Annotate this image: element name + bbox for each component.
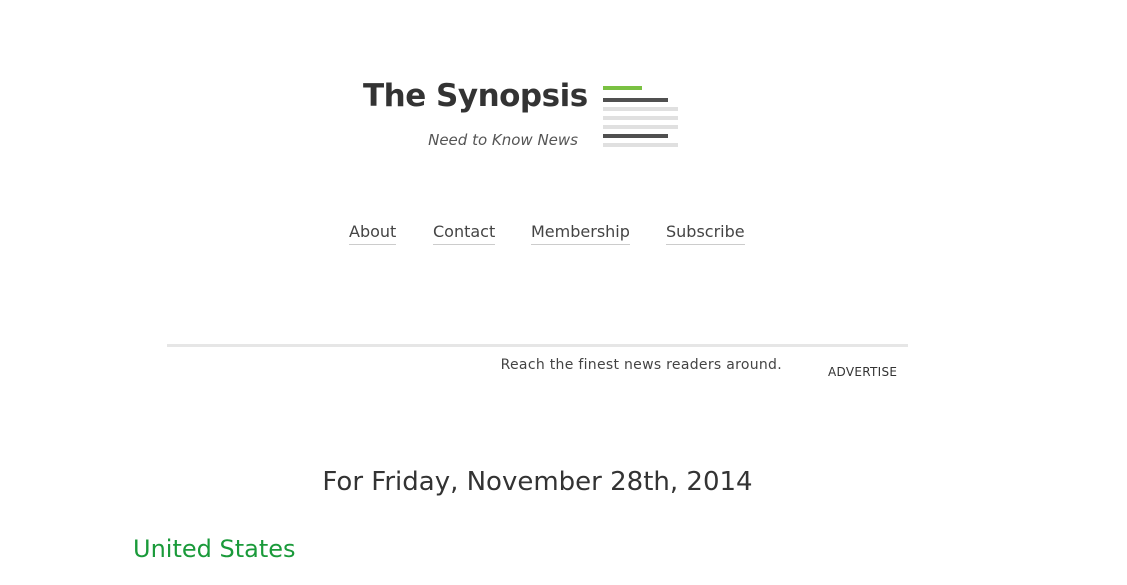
ad-tagline: Reach the finest news readers around. bbox=[500, 357, 782, 373]
nav-link-subscribe[interactable]: Subscribe bbox=[666, 222, 745, 245]
date-heading: For Friday, November 28th, 2014 bbox=[322, 467, 753, 497]
ad-divider bbox=[167, 344, 908, 347]
logo-line-dark bbox=[603, 134, 668, 138]
logo-line-accent bbox=[603, 86, 642, 90]
nav-link-about[interactable]: About bbox=[349, 222, 397, 245]
logo-line-light bbox=[603, 116, 678, 120]
site-title[interactable]: The Synopsis bbox=[363, 78, 588, 114]
logo-line-light bbox=[603, 107, 678, 111]
page: The Synopsis Need to Know News About Con… bbox=[0, 0, 1127, 585]
logo-line-light bbox=[603, 143, 678, 147]
section-heading-united-states: United States bbox=[133, 535, 296, 563]
advertise-link[interactable]: ADVERTISE bbox=[828, 365, 897, 379]
nav-link-contact[interactable]: Contact bbox=[433, 222, 496, 245]
nav-link-membership[interactable]: Membership bbox=[531, 222, 630, 245]
newspaper-lines-icon[interactable] bbox=[603, 86, 678, 150]
site-tagline: Need to Know News bbox=[428, 131, 578, 149]
logo-line-dark bbox=[603, 98, 668, 102]
logo-line-light bbox=[603, 125, 678, 129]
main-nav: About Contact Membership Subscribe bbox=[0, 222, 1127, 252]
